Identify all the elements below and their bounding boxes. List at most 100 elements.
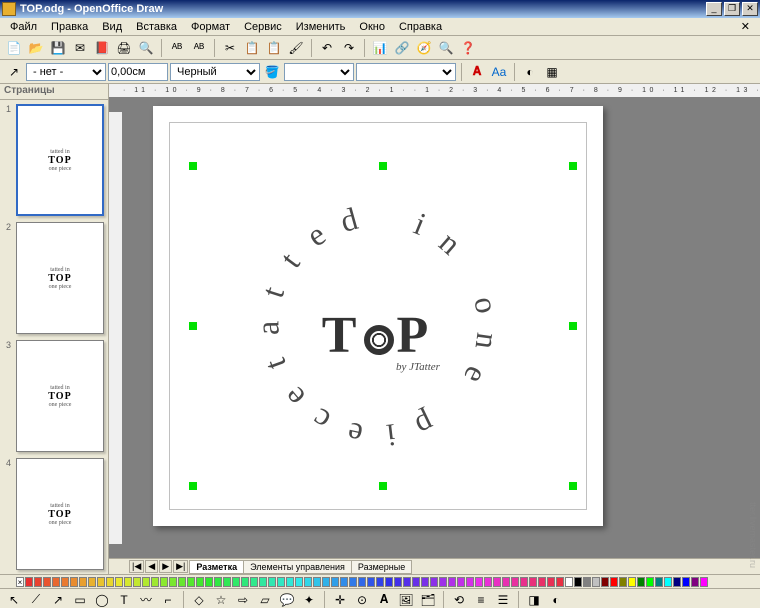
hyperlink-icon[interactable]: 🔗 <box>392 38 412 58</box>
color-swatch[interactable] <box>583 577 591 587</box>
color-swatch[interactable] <box>34 577 42 587</box>
canvas-viewport[interactable]: tatted in one piece TP by JTatter <box>109 98 760 558</box>
color-swatch[interactable] <box>502 577 510 587</box>
new-icon[interactable]: 📄 <box>4 38 24 58</box>
color-swatch[interactable] <box>115 577 123 587</box>
color-swatch[interactable] <box>25 577 33 587</box>
color-swatch[interactable] <box>682 577 690 587</box>
color-swatch[interactable] <box>187 577 195 587</box>
pdf-icon[interactable]: 📕 <box>92 38 112 58</box>
color-swatch[interactable] <box>331 577 339 587</box>
save-icon[interactable]: 💾 <box>48 38 68 58</box>
color-swatch[interactable] <box>655 577 663 587</box>
color-swatch[interactable] <box>259 577 267 587</box>
text-a-icon[interactable]: Aa <box>489 62 509 82</box>
menu-view[interactable]: Вид <box>96 20 128 34</box>
color-swatch[interactable] <box>457 577 465 587</box>
color-swatch[interactable] <box>565 577 573 587</box>
slide-thumb-2[interactable]: 2 tatted inTOPone piece <box>4 222 104 334</box>
color-swatch[interactable] <box>601 577 609 587</box>
color-swatch[interactable] <box>151 577 159 587</box>
color-swatch[interactable] <box>448 577 456 587</box>
curve-icon[interactable]: 〰 <box>136 590 156 608</box>
color-swatch[interactable] <box>673 577 681 587</box>
color-swatch[interactable] <box>619 577 627 587</box>
color-swatch[interactable] <box>322 577 330 587</box>
menu-file[interactable]: Файл <box>4 20 43 34</box>
toggle-icon[interactable]: ◐ <box>520 62 540 82</box>
color-swatch[interactable] <box>421 577 429 587</box>
color-swatch[interactable] <box>295 577 303 587</box>
chart-icon[interactable]: 📊 <box>370 38 390 58</box>
flowchart-icon[interactable]: ▱ <box>255 590 275 608</box>
color-swatch[interactable] <box>547 577 555 587</box>
color-swatch[interactable] <box>385 577 393 587</box>
menu-help[interactable]: Справка <box>393 20 448 34</box>
block-arrows-icon[interactable]: ⇨ <box>233 590 253 608</box>
color-swatch[interactable] <box>700 577 708 587</box>
close-button[interactable]: ✕ <box>742 2 758 16</box>
fontwork-icon[interactable]: 𝐀 <box>374 590 394 608</box>
color-swatch[interactable] <box>79 577 87 587</box>
fontwork-a-icon[interactable]: 𝐀 <box>467 62 487 82</box>
menu-window[interactable]: Окно <box>353 20 391 34</box>
drawing-page[interactable]: tatted in one piece TP by JTatter <box>153 106 603 526</box>
color-swatch[interactable] <box>106 577 114 587</box>
color-swatch[interactable] <box>52 577 60 587</box>
color-swatch[interactable] <box>511 577 519 587</box>
doc-close-button[interactable]: ✕ <box>735 19 756 34</box>
handle-s[interactable] <box>379 482 387 490</box>
handle-e[interactable] <box>569 322 577 330</box>
copy-icon[interactable]: 📋 <box>242 38 262 58</box>
color-swatch[interactable] <box>340 577 348 587</box>
color-swatch[interactable] <box>286 577 294 587</box>
extrude-icon[interactable]: ◨ <box>524 590 544 608</box>
callout-icon[interactable]: 💬 <box>277 590 297 608</box>
stars-icon[interactable]: ✦ <box>299 590 319 608</box>
text-icon[interactable]: T <box>114 590 134 608</box>
color-swatch[interactable] <box>403 577 411 587</box>
symbol-shapes-icon[interactable]: ☆ <box>211 590 231 608</box>
color-swatch[interactable] <box>439 577 447 587</box>
color-swatch[interactable] <box>205 577 213 587</box>
cut-icon[interactable]: ✂ <box>220 38 240 58</box>
color-swatch[interactable] <box>664 577 672 587</box>
color-swatch[interactable] <box>592 577 600 587</box>
preview-icon[interactable]: 🔍 <box>136 38 156 58</box>
horizontal-ruler[interactable]: · 11 · 10 · 9 · 8 · 7 · 6 · 5 · 4 · 3 · … <box>109 84 760 98</box>
handle-ne[interactable] <box>569 162 577 170</box>
open-icon[interactable]: 📂 <box>26 38 46 58</box>
tab-nav-first[interactable]: |◀ <box>129 560 144 573</box>
navigator-icon[interactable]: 🧭 <box>414 38 434 58</box>
color-swatch[interactable] <box>574 577 582 587</box>
line-icon[interactable]: ⟋ <box>26 590 46 608</box>
tab-layout[interactable]: Разметка <box>189 560 244 574</box>
handle-nw[interactable] <box>189 162 197 170</box>
points-icon[interactable]: ✛ <box>330 590 350 608</box>
color-swatch[interactable] <box>160 577 168 587</box>
color-swatch[interactable] <box>232 577 240 587</box>
paste-icon[interactable]: 📋 <box>264 38 284 58</box>
gallery2-icon[interactable]: 🗂 <box>418 590 438 608</box>
fill-icon[interactable]: 🪣 <box>262 62 282 82</box>
color-swatch[interactable] <box>628 577 636 587</box>
color-swatch[interactable] <box>493 577 501 587</box>
slide-thumb-1[interactable]: 1 tatted inTOPone piece <box>4 104 104 216</box>
line-width-input[interactable] <box>108 63 168 81</box>
ellipse-icon[interactable]: ◯ <box>92 590 112 608</box>
print-icon[interactable]: 🖨 <box>114 38 134 58</box>
rect-icon[interactable]: ▭ <box>70 590 90 608</box>
color-swatch[interactable] <box>304 577 312 587</box>
color-swatch[interactable] <box>484 577 492 587</box>
zoom-icon[interactable]: 🔍 <box>436 38 456 58</box>
color-swatch[interactable] <box>124 577 132 587</box>
logo-object[interactable]: tatted in one piece TP by JTatter <box>238 186 518 466</box>
color-swatch[interactable] <box>214 577 222 587</box>
menu-edit[interactable]: Правка <box>45 20 94 34</box>
color-swatch[interactable] <box>178 577 186 587</box>
color-swatch[interactable] <box>70 577 78 587</box>
color-swatch[interactable] <box>529 577 537 587</box>
connector-icon[interactable]: ⌐ <box>158 590 178 608</box>
menu-modify[interactable]: Изменить <box>290 20 352 34</box>
mail-icon[interactable]: ✉ <box>70 38 90 58</box>
